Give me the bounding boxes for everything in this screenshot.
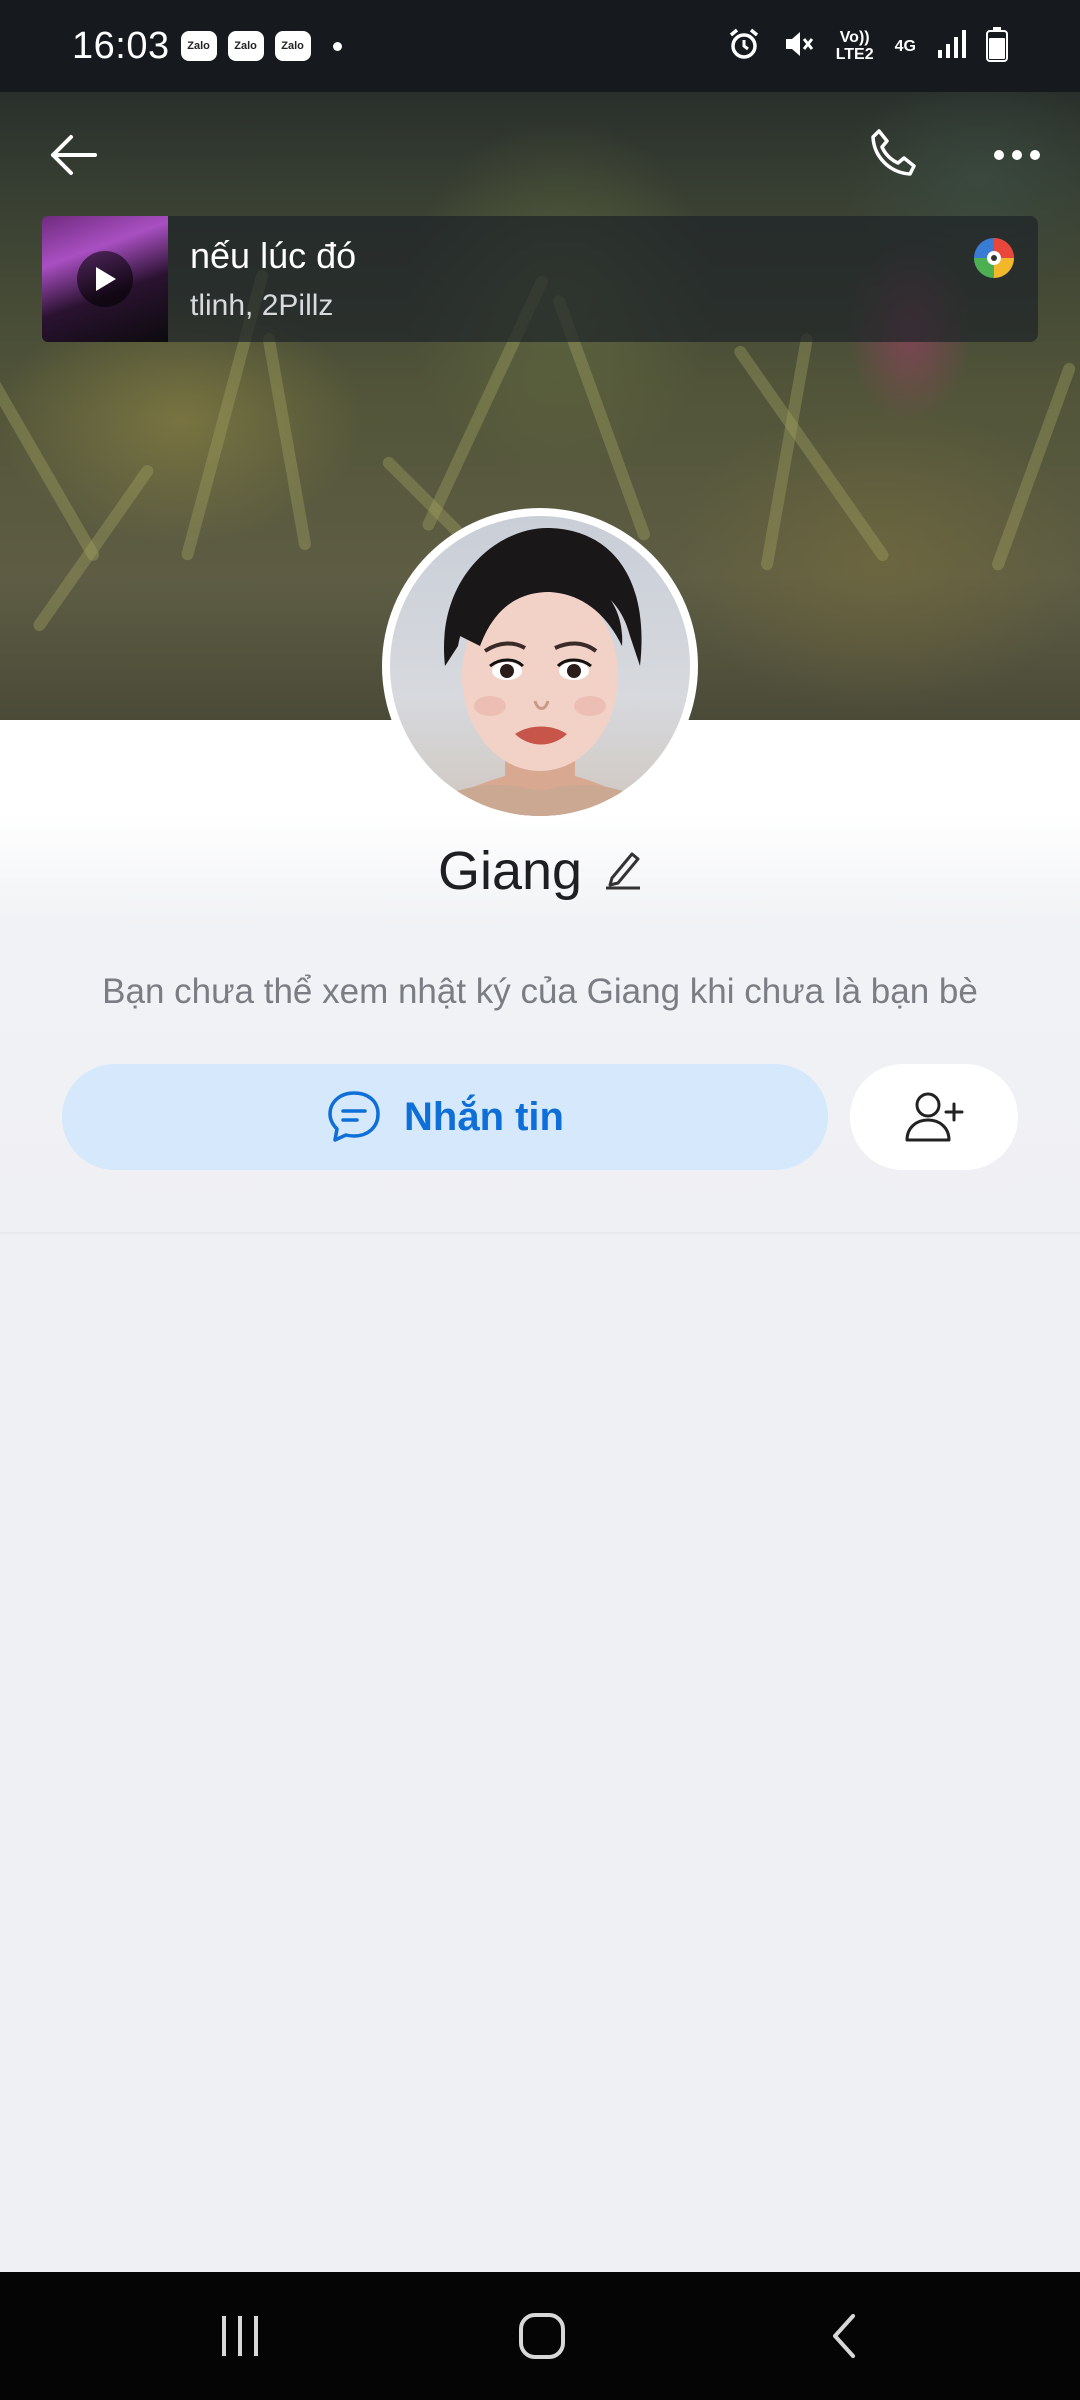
zalo-notification-icon: Zalo xyxy=(227,31,264,61)
call-button[interactable] xyxy=(858,118,928,188)
message-button-label: Nhắn tin xyxy=(404,1094,564,1139)
more-dots-icon xyxy=(994,150,1040,160)
back-button[interactable] xyxy=(40,122,106,188)
chevron-left-icon xyxy=(833,2314,855,2358)
profile-music-card[interactable]: nếu lúc đó tlinh, 2Pillz xyxy=(42,216,1038,342)
more-options-button[interactable] xyxy=(984,122,1050,188)
add-friend-button[interactable] xyxy=(850,1064,1018,1170)
play-button[interactable] xyxy=(77,251,133,307)
profile-name: Giang xyxy=(437,841,583,901)
top-bar xyxy=(0,92,1080,218)
music-disc-icon[interactable] xyxy=(972,236,1016,285)
system-back-button[interactable] xyxy=(804,2306,884,2366)
diary-restriction-note: Bạn chưa thể xem nhật ký của Giang khi c… xyxy=(102,972,978,1011)
song-title: nếu lúc đó xyxy=(190,235,357,276)
mute-icon xyxy=(781,27,815,66)
volte-indicator: Vo)) LTE2 xyxy=(835,29,874,63)
system-nav-bar xyxy=(0,2272,1080,2400)
status-time: 16:03 xyxy=(72,24,170,67)
signal-icon xyxy=(936,28,966,65)
back-arrow-icon xyxy=(51,135,97,175)
zalo-notification-icon: Zalo xyxy=(274,31,311,61)
home-icon xyxy=(519,2313,565,2359)
add-friend-icon xyxy=(905,1092,964,1142)
network-type-indicator: 4G xyxy=(894,37,916,55)
message-button[interactable]: Nhắn tin xyxy=(62,1064,828,1170)
battery-icon xyxy=(986,26,1008,67)
album-art xyxy=(42,216,168,342)
zalo-notification-icon: Zalo xyxy=(180,31,217,61)
play-icon xyxy=(96,267,116,291)
alarm-icon xyxy=(727,27,761,66)
status-bar: 16:03 Zalo Zalo Zalo Vo)) LTE2 4G xyxy=(0,0,1080,92)
more-notifications-dot xyxy=(332,41,342,51)
avatar[interactable] xyxy=(382,508,698,824)
recent-apps-button[interactable] xyxy=(200,2306,280,2366)
chat-bubble-icon xyxy=(328,1091,380,1142)
edit-nickname-button[interactable] xyxy=(604,848,642,895)
profile-name-row: Giang xyxy=(0,840,1080,902)
song-artist: tlinh, 2Pillz xyxy=(190,289,334,322)
phone-icon xyxy=(871,129,916,176)
pencil-icon xyxy=(606,852,641,889)
recent-apps-icon xyxy=(222,2316,258,2356)
home-button[interactable] xyxy=(502,2306,582,2366)
avatar-image xyxy=(390,516,690,816)
section-divider xyxy=(0,1232,1080,1234)
